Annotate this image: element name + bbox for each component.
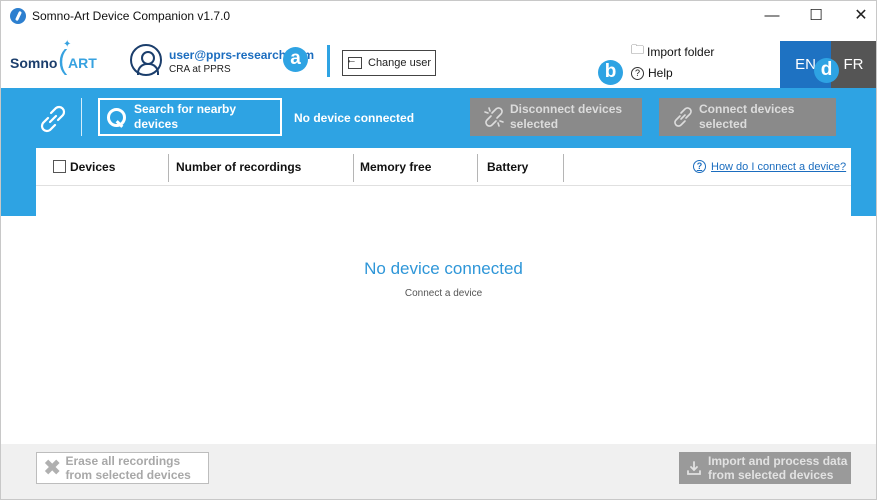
connect-help-label: How do I connect a device? <box>711 160 847 173</box>
column-memory-free[interactable]: Memory free <box>360 160 431 174</box>
title-bar: Somno-Art Device Companion v1.7.0 — ☐ ✕ <box>1 1 876 31</box>
column-separator <box>353 154 354 182</box>
erase-recordings-label: Erase all recordings from selected devic… <box>65 454 191 482</box>
erase-x-icon: ✖ <box>43 455 62 480</box>
maximize-button[interactable]: ☐ <box>801 5 831 27</box>
broken-link-icon <box>484 107 504 127</box>
minimize-button[interactable]: — <box>757 5 787 27</box>
disconnect-devices-button[interactable]: Disconnect devices selected <box>470 98 642 136</box>
download-icon <box>687 461 701 475</box>
search-bluetooth-icon <box>106 106 128 128</box>
column-separator <box>477 154 478 182</box>
logo-bracket-icon: ( <box>58 44 68 75</box>
connection-status: No device connected <box>294 111 415 125</box>
toolbar-divider <box>81 98 82 136</box>
link-icon <box>674 107 692 127</box>
column-separator <box>563 154 564 182</box>
column-battery[interactable]: Battery <box>487 160 528 174</box>
user-divider <box>327 45 330 77</box>
select-all-checkbox[interactable] <box>53 160 66 173</box>
header: Somno ✦ ( ART user@pprs-research.com CRA… <box>1 31 876 114</box>
column-recordings[interactable]: Number of recordings <box>176 160 301 174</box>
question-circle-icon: ? <box>631 66 644 80</box>
link-icon <box>40 105 66 133</box>
help-label: Help <box>648 66 673 80</box>
callout-marker-b: b <box>598 60 623 85</box>
change-user-button[interactable]: Change user <box>342 50 436 76</box>
import-folder-link[interactable]: 🗀 Import folder <box>631 41 714 63</box>
import-folder-label: Import folder <box>647 45 715 59</box>
sign-out-icon <box>346 54 362 69</box>
column-separator <box>168 154 169 182</box>
disconnect-devices-label: Disconnect devices selected <box>510 102 623 131</box>
connect-help-link[interactable]: ? How do I connect a device? <box>693 160 846 173</box>
empty-state-subtitle: Connect a device <box>404 288 483 299</box>
question-circle-icon: ? <box>693 160 706 173</box>
app-window: Somno-Art Device Companion v1.7.0 — ☐ ✕ … <box>0 0 877 500</box>
user-role: CRA at PPRS <box>169 64 231 75</box>
search-devices-label: Search for nearby devices <box>134 102 237 131</box>
empty-state-title: No device connected <box>364 259 523 278</box>
search-devices-button[interactable]: Search for nearby devices <box>98 98 282 136</box>
change-user-label: Change user <box>368 57 431 69</box>
import-process-button[interactable]: Import and process data from selected de… <box>679 452 851 484</box>
window-title: Somno-Art Device Companion v1.7.0 <box>32 9 231 23</box>
app-logo-icon <box>10 8 26 24</box>
close-button[interactable]: ✕ <box>846 5 876 27</box>
connect-devices-button[interactable]: Connect devices selected <box>659 98 836 136</box>
callout-marker-d: d <box>814 58 839 83</box>
help-link[interactable]: ? Help <box>631 66 673 80</box>
import-process-label: Import and process data from selected de… <box>708 454 848 482</box>
devices-panel: Devices Number of recordings Memory free… <box>36 148 851 444</box>
devices-table-header: Devices Number of recordings Memory free… <box>36 148 851 186</box>
erase-recordings-button[interactable]: ✖ Erase all recordings from selected dev… <box>36 452 209 484</box>
user-avatar-icon <box>130 44 162 76</box>
connect-devices-label: Connect devices selected <box>699 102 795 131</box>
logo-text-somno: Somno <box>10 55 58 71</box>
column-devices[interactable]: Devices <box>70 160 115 174</box>
callout-marker-a: a <box>283 47 308 72</box>
folder-icon: 🗀 <box>631 42 645 57</box>
logo-text-art: ART <box>68 55 97 71</box>
